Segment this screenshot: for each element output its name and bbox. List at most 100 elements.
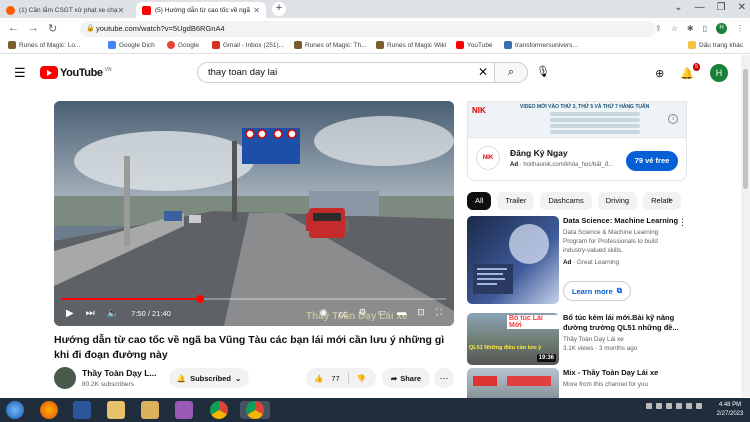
word-icon[interactable] — [73, 401, 91, 419]
cast-icon[interactable]: ⊡ — [417, 307, 425, 320]
forward-icon[interactable]: → — [28, 22, 39, 34]
avatar[interactable]: H — [710, 64, 728, 82]
ad-card[interactable]: NIK Đăng Ký Ngay Ad · hoithaonik.com/khó… — [467, 137, 687, 181]
search-input[interactable]: thay toan day lai ✕ — [197, 62, 495, 83]
network-icon[interactable] — [686, 403, 692, 409]
chip-related[interactable]: Relate — [643, 192, 681, 210]
ad-cta-button[interactable]: 79 vé free — [626, 151, 678, 171]
firefox-icon[interactable] — [40, 401, 58, 419]
search-button[interactable]: ⌕ — [494, 62, 528, 83]
clear-search-icon[interactable]: ✕ — [478, 63, 488, 82]
chip-trailer[interactable]: Trailer — [497, 192, 535, 210]
menu-kebab-icon[interactable]: ⋮ — [736, 24, 744, 33]
close-icon[interactable]: ✕ — [253, 6, 260, 15]
tab-search-icon[interactable]: ⌄ — [674, 2, 682, 13]
settings-gear-icon[interactable]: ⚙ — [359, 307, 367, 320]
learn-more-button[interactable]: Learn more ⧉ — [563, 281, 631, 301]
time-display: 7:50 / 21:40 — [131, 308, 171, 318]
hamburger-menu-icon[interactable]: ☰ — [14, 65, 26, 81]
scrollbar-thumb[interactable] — [743, 69, 748, 189]
google-icon — [167, 41, 175, 49]
channel-avatar[interactable] — [54, 367, 76, 389]
search-query: thay toan day lai — [208, 67, 278, 78]
bookmark-item[interactable]: Google — [167, 41, 199, 49]
autoplay-toggle-icon[interactable]: ◉ — [320, 307, 328, 320]
list-item[interactable]: Mix - Thầy Toàn Dạy Lái xe More from thi… — [467, 368, 687, 398]
youtube-logo[interactable]: YouTube VN — [40, 66, 112, 79]
reload-icon[interactable]: ↻ — [48, 22, 57, 35]
tray-icon[interactable] — [646, 403, 652, 409]
microphone-icon[interactable]: 🎙 — [536, 65, 550, 78]
list-item[interactable]: Bổ túc Lái Mới QL51 Những điều cần lưu ý… — [467, 313, 687, 365]
bookmark-item[interactable]: Runes of Magic Wiki — [376, 41, 446, 49]
theater-mode-icon[interactable]: ▬ — [397, 307, 406, 320]
next-icon[interactable]: ⏭ — [86, 308, 95, 319]
sidepanel-icon[interactable]: ▯ — [703, 24, 707, 33]
like-count[interactable]: 77 — [331, 374, 339, 383]
info-icon[interactable]: i — [668, 114, 678, 124]
channel-name[interactable]: Thầy Toàn Dạy L... — [82, 368, 156, 378]
more-actions-icon[interactable]: ⋯ — [434, 368, 454, 388]
folder-icon[interactable] — [141, 401, 159, 419]
dislike-icon[interactable]: 👎 — [357, 374, 366, 383]
profile-avatar[interactable]: H — [716, 23, 727, 34]
clock-time: 4:48 PM — [718, 402, 742, 408]
bookmark-favicon-icon — [294, 41, 302, 49]
close-icon[interactable]: ✕ — [118, 6, 125, 15]
miniplayer-icon[interactable]: ▭ — [378, 307, 387, 320]
minimize-icon[interactable]: — — [695, 2, 705, 13]
app-icon[interactable] — [175, 401, 193, 419]
subscribed-button[interactable]: 🔔 Subscribed ⌄ — [169, 368, 249, 388]
maximize-icon[interactable]: ❐ — [717, 2, 726, 13]
chip-all[interactable]: All — [467, 192, 492, 210]
more-options-icon[interactable]: ⋮ — [678, 217, 687, 228]
page-scrollbar[interactable] — [741, 55, 750, 397]
other-bookmarks[interactable]: Dấu trang khác — [688, 41, 743, 49]
share-page-icon[interactable]: ⇪ — [655, 24, 662, 33]
bookmark-favicon-icon — [376, 41, 384, 49]
notifications-bell-icon[interactable]: 🔔 5 — [680, 62, 700, 80]
new-tab-button[interactable]: + — [272, 2, 286, 16]
chrome-active-window[interactable] — [240, 401, 270, 419]
chrome-icon[interactable] — [210, 401, 228, 419]
bookmark-item[interactable]: transformersunivers... — [504, 41, 578, 49]
fullscreen-icon[interactable]: ⛶ — [436, 307, 442, 320]
ad-banner[interactable]: NIK VIDEO MỚI VÀO THỨ 3, THỨ 5 VÀ THỨ 7 … — [467, 101, 687, 137]
subtitles-icon[interactable]: ㏄ — [339, 307, 348, 320]
browser-tab-active[interactable]: (5) Hướng dẫn từ cao tốc về ngã ✕ — [136, 2, 266, 18]
tray-icon[interactable] — [656, 403, 662, 409]
list-item[interactable]: Data Science: Machine Learning Data Scie… — [467, 216, 687, 304]
bookmark-item[interactable]: YouTube — [456, 41, 493, 49]
create-video-icon[interactable]: ⊕ — [655, 67, 664, 80]
browser-tab-strip: (1) Cần lắm CSGT xử phạt xe chạ ✕ (5) Hư… — [0, 0, 750, 18]
bookmark-star-icon[interactable]: ☆ — [671, 24, 678, 33]
bookmark-item[interactable]: Runes of Magic: Th... — [294, 41, 367, 49]
chip-driving[interactable]: Driving — [597, 192, 638, 210]
file-explorer-icon[interactable] — [107, 401, 125, 419]
volume-icon[interactable] — [696, 403, 702, 409]
bookmark-item[interactable]: Google Dịch — [108, 41, 155, 49]
tray-icon[interactable] — [676, 403, 682, 409]
ad-title: Đăng Ký Ngay — [510, 148, 568, 158]
share-button[interactable]: ➦ Share — [382, 368, 430, 388]
browser-tab[interactable]: (1) Cần lắm CSGT xử phạt xe chạ ✕ — [0, 2, 130, 18]
bookmark-item[interactable]: Runes of Magic: Lo... — [8, 41, 80, 49]
video-player[interactable]: Thầy Toàn Dạy Lái xe ▶ ⏭ 🔈 7:50 / 21:40 … — [54, 101, 454, 326]
volume-icon[interactable]: 🔈 — [107, 308, 119, 319]
bookmark-item[interactable]: Gmail - Inbox (251)... — [212, 41, 284, 49]
lock-icon[interactable]: 🔒 — [86, 21, 95, 37]
chrome-icon — [246, 401, 264, 419]
address-bar[interactable]: 🔒 youtube.com/watch?v=5UgdB6RGnA4 — [80, 21, 656, 37]
start-button-icon[interactable] — [6, 401, 24, 419]
play-icon[interactable]: ▶ — [66, 308, 74, 319]
clock[interactable]: 4:48 PM 2/27/2023 — [710, 401, 750, 419]
chip-dashcams[interactable]: Dashcams — [540, 192, 592, 210]
tray-icon[interactable] — [666, 403, 672, 409]
chevron-right-icon[interactable]: › — [668, 194, 671, 204]
back-icon[interactable]: ← — [8, 22, 19, 34]
folder-icon — [688, 41, 696, 49]
ad-attribution: Ad · Great Learning — [563, 259, 620, 266]
like-icon[interactable]: 👍 — [314, 374, 323, 383]
extensions-icon[interactable]: ✱ — [687, 24, 694, 33]
close-window-icon[interactable]: ✕ — [738, 2, 746, 13]
